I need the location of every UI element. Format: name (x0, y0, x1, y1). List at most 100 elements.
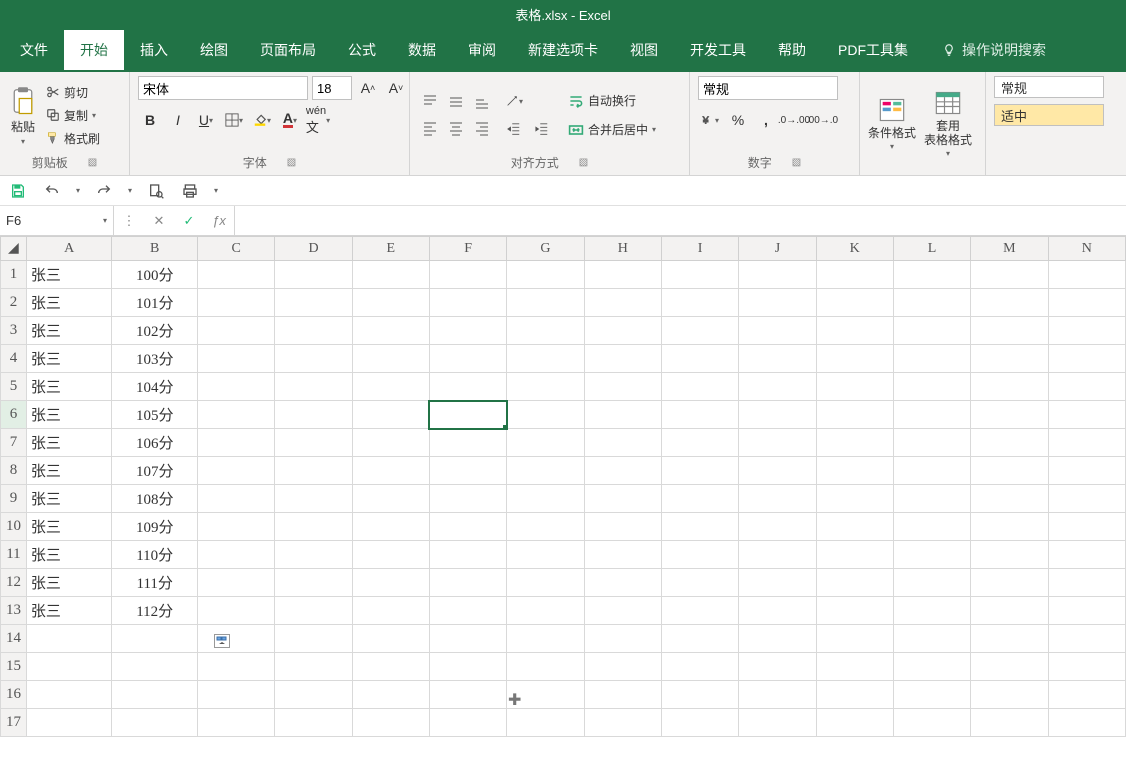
cell-G1[interactable] (507, 261, 584, 289)
cell-K6[interactable] (816, 401, 893, 429)
cell-B5[interactable]: 104分 (112, 373, 198, 401)
col-hdr-A[interactable]: A (26, 237, 112, 261)
cell-K8[interactable] (816, 457, 893, 485)
cell-I10[interactable] (661, 513, 738, 541)
tab-custom[interactable]: 新建选项卡 (512, 30, 614, 70)
cell-N14[interactable] (1048, 625, 1125, 653)
cell-I8[interactable] (661, 457, 738, 485)
cell-L7[interactable] (893, 429, 970, 457)
cell-A3[interactable]: 张三 (26, 317, 112, 345)
copy-button[interactable]: 复制▾ (44, 106, 102, 125)
row-hdr[interactable]: 12 (1, 569, 27, 597)
format-painter-button[interactable]: 格式刷 (44, 129, 102, 148)
cell-C8[interactable] (198, 457, 275, 485)
cell-E14[interactable] (352, 625, 429, 653)
cell-G6[interactable] (507, 401, 584, 429)
percent-button[interactable]: % (726, 108, 750, 132)
conditional-format-button[interactable]: 条件格式▾ (868, 96, 916, 151)
col-hdr-G[interactable]: G (507, 237, 584, 261)
cell-F6[interactable] (429, 401, 506, 429)
cell-E5[interactable] (352, 373, 429, 401)
col-hdr-D[interactable]: D (275, 237, 352, 261)
cell-M7[interactable] (971, 429, 1048, 457)
row-hdr[interactable]: 6 (1, 401, 27, 429)
cell-J1[interactable] (739, 261, 816, 289)
borders-button[interactable]: ▾ (222, 108, 246, 132)
cell-B3[interactable]: 102分 (112, 317, 198, 345)
cell-C9[interactable] (198, 485, 275, 513)
phonetic-button[interactable]: wén文▾ (306, 108, 330, 132)
cell-N17[interactable] (1048, 709, 1125, 737)
cell-E10[interactable] (352, 513, 429, 541)
row-hdr[interactable]: 10 (1, 513, 27, 541)
cell-B6[interactable]: 105分 (112, 401, 198, 429)
cell-A13[interactable]: 张三 (26, 597, 112, 625)
cell-D17[interactable] (275, 709, 352, 737)
cell-H17[interactable] (584, 709, 661, 737)
cell-N11[interactable] (1048, 541, 1125, 569)
col-hdr-N[interactable]: N (1048, 237, 1125, 261)
cell-A2[interactable]: 张三 (26, 289, 112, 317)
col-hdr-H[interactable]: H (584, 237, 661, 261)
cell-G15[interactable] (507, 653, 584, 681)
cell-F4[interactable] (429, 345, 506, 373)
cell-D2[interactable] (275, 289, 352, 317)
cell-N12[interactable] (1048, 569, 1125, 597)
fx-icon[interactable]: ƒx (204, 213, 234, 228)
cell-F16[interactable] (429, 681, 506, 709)
align-top-button[interactable] (418, 90, 442, 114)
cell-D15[interactable] (275, 653, 352, 681)
cell-B8[interactable]: 107分 (112, 457, 198, 485)
format-table-button[interactable]: 套用 表格格式▾ (924, 89, 972, 159)
cell-B7[interactable]: 106分 (112, 429, 198, 457)
comma-button[interactable]: , (754, 108, 778, 132)
cell-F9[interactable] (429, 485, 506, 513)
align-center-button[interactable] (444, 116, 468, 140)
cell-H2[interactable] (584, 289, 661, 317)
cell-A8[interactable]: 张三 (26, 457, 112, 485)
tab-developer[interactable]: 开发工具 (674, 30, 762, 70)
cell-I16[interactable] (661, 681, 738, 709)
cell-B15[interactable] (112, 653, 198, 681)
name-box-dropdown-icon[interactable]: ▾ (103, 216, 107, 225)
cell-A4[interactable]: 张三 (26, 345, 112, 373)
cell-H3[interactable] (584, 317, 661, 345)
col-hdr-J[interactable]: J (739, 237, 816, 261)
cell-N8[interactable] (1048, 457, 1125, 485)
row-hdr[interactable]: 17 (1, 709, 27, 737)
cell-M6[interactable] (971, 401, 1048, 429)
cell-G2[interactable] (507, 289, 584, 317)
cell-A7[interactable]: 张三 (26, 429, 112, 457)
cell-B9[interactable]: 108分 (112, 485, 198, 513)
align-bottom-button[interactable] (470, 90, 494, 114)
cell-D3[interactable] (275, 317, 352, 345)
clipboard-launcher-icon[interactable]: ▧ (88, 157, 97, 168)
decrease-font-button[interactable]: A˅ (384, 76, 408, 100)
cell-B10[interactable]: 109分 (112, 513, 198, 541)
cell-C12[interactable] (198, 569, 275, 597)
cell-J12[interactable] (739, 569, 816, 597)
cell-F17[interactable] (429, 709, 506, 737)
cell-A5[interactable]: 张三 (26, 373, 112, 401)
cell-C16[interactable] (198, 681, 275, 709)
decrease-indent-button[interactable] (502, 117, 526, 141)
cell-K13[interactable] (816, 597, 893, 625)
col-hdr-B[interactable]: B (112, 237, 198, 261)
cell-I14[interactable] (661, 625, 738, 653)
cell-K7[interactable] (816, 429, 893, 457)
tell-me[interactable]: 操作说明搜索 (942, 40, 1046, 60)
underline-button[interactable]: U▾ (194, 108, 218, 132)
fill-handle[interactable] (503, 425, 507, 429)
cell-H11[interactable] (584, 541, 661, 569)
increase-indent-button[interactable] (530, 117, 554, 141)
cell-N15[interactable] (1048, 653, 1125, 681)
cell-J2[interactable] (739, 289, 816, 317)
align-left-button[interactable] (418, 116, 442, 140)
fill-color-button[interactable]: ▾ (250, 108, 274, 132)
cell-style-normal[interactable]: 常规 (994, 76, 1104, 98)
cell-F2[interactable] (429, 289, 506, 317)
cell-M4[interactable] (971, 345, 1048, 373)
cell-H5[interactable] (584, 373, 661, 401)
col-hdr-E[interactable]: E (352, 237, 429, 261)
tab-insert[interactable]: 插入 (124, 30, 184, 70)
